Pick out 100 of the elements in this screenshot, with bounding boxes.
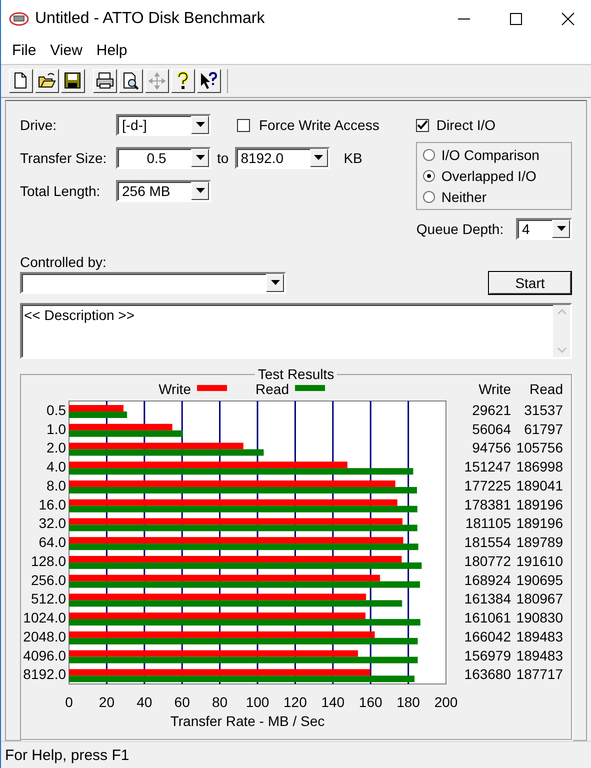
new-button[interactable] [9,68,33,93]
table-cell: 180772 [464,553,511,570]
table-cell: 177225 [464,478,511,494]
tick-label: 20 [98,694,114,710]
axis-label: 4096.0 [23,648,66,664]
status-text: For Help, press F1 [1,741,591,768]
caret-icon [314,155,324,162]
app-icon [9,11,29,27]
print-preview-icon [121,70,141,91]
field-label: Drive: [20,117,58,134]
axis-title: Transfer Rate - MB / Sec [170,713,325,730]
context-help-button[interactable] [197,68,221,93]
checkbox[interactable] [416,118,430,132]
radio-button[interactable] [423,148,436,161]
axis-label: 128.0 [30,553,66,570]
axis-label: 2.0 [46,440,66,456]
caret-icon [270,280,280,286]
table-cell: 166042 [464,628,511,645]
table-cell: 31537 [524,402,563,418]
table-cell: 189041 [516,478,563,494]
table-cell: 56064 [472,421,511,438]
controlled-by-dropdown[interactable] [20,272,286,294]
table-cell: 189483 [516,628,563,645]
print-button[interactable] [93,68,117,93]
table-cell: 191610 [516,553,563,570]
table-cell: 29621 [472,402,511,418]
radio-label: Neither [441,188,487,205]
table-cell: 105756 [516,440,563,456]
description-field[interactable]: << Description >> [20,303,572,360]
axis-label: 1.0 [46,421,66,438]
unit-label: KB [344,150,362,166]
table-cell: 94756 [472,440,511,456]
table-cell: 189196 [516,496,563,513]
tick-label: 180 [396,694,420,710]
table-cell: 181105 [465,516,511,532]
range-label: to [217,150,229,166]
menu-item[interactable]: File [5,42,44,60]
table-cell: 187717 [516,666,563,682]
table-cell: 189789 [516,534,563,550]
tick-label: 120 [284,694,307,710]
table-cell: 181554 [464,534,511,550]
tick-label: 200 [434,694,458,710]
axis-label: 32.0 [38,516,66,532]
tick-label: 0 [65,694,73,710]
transfer-size-from-dropdown[interactable]: 0.5 [116,147,211,170]
column-header: Read [530,381,563,398]
table-cell: 190695 [516,572,563,588]
table-cell: 151247 [464,458,511,475]
axis-label: 64.0 [38,534,66,550]
tick-label: 100 [246,694,270,710]
checkbox[interactable] [237,118,250,132]
tick-label: 40 [136,694,152,710]
start-button[interactable]: Start [488,271,572,296]
caret-icon [196,188,204,194]
window-title: Untitled - ATTO Disk Benchmark [35,10,266,28]
group-title: Test Results [254,366,338,382]
table-cell: 190830 [516,610,563,626]
caret-icon [196,122,204,128]
tick-label: 80 [212,694,228,710]
close-icon [561,12,575,26]
total-length-dropdown[interactable]: 256 MB [116,180,211,202]
tick-label: 60 [174,694,190,710]
column-header: Write [478,381,511,398]
legend-label: Write [158,381,191,398]
radio-button[interactable] [423,170,436,182]
menu-item[interactable]: Help [89,42,134,60]
axis-label: 1024.0 [23,610,66,626]
tick-label: 160 [358,694,382,710]
help-button[interactable] [171,68,195,93]
print-preview-button[interactable] [119,68,143,93]
table-cell: 161384 [464,590,511,607]
drive-dropdown[interactable]: [-d-] [116,114,211,136]
transfer-size-to-dropdown[interactable]: 8192.0 [234,147,330,170]
axis-label: 8192.0 [23,666,66,682]
printer-icon [95,70,115,91]
field-label: Total Length: [20,183,102,200]
axis-label: 4.0 [46,458,66,475]
table-cell: 168924 [464,572,511,588]
menu-item[interactable]: View [43,42,90,60]
radio-label: I/O Comparison [441,146,540,163]
scrollbar[interactable] [553,305,570,358]
table-cell: 186998 [516,458,563,475]
legend-label: Read [256,381,289,398]
table-cell: 161061 [464,610,511,626]
context-help-icon [199,70,219,91]
open-button[interactable] [35,68,59,93]
radio-button[interactable] [423,190,436,203]
axis-label: 256.0 [30,572,66,588]
save-button[interactable] [61,68,85,93]
table-cell: 163680 [464,666,511,682]
table-cell: 61797 [524,421,563,438]
caret-icon [196,155,204,162]
maximize-icon [509,12,523,26]
caret-icon [556,226,566,232]
tick-label: 140 [321,694,345,710]
axis-label: 8.0 [46,478,66,494]
queue-depth-dropdown[interactable]: 4 [516,218,572,240]
field-label: Controlled by: [20,254,108,270]
table-cell: 180967 [516,590,563,607]
checkbox-label: Force Write Access [259,117,380,134]
